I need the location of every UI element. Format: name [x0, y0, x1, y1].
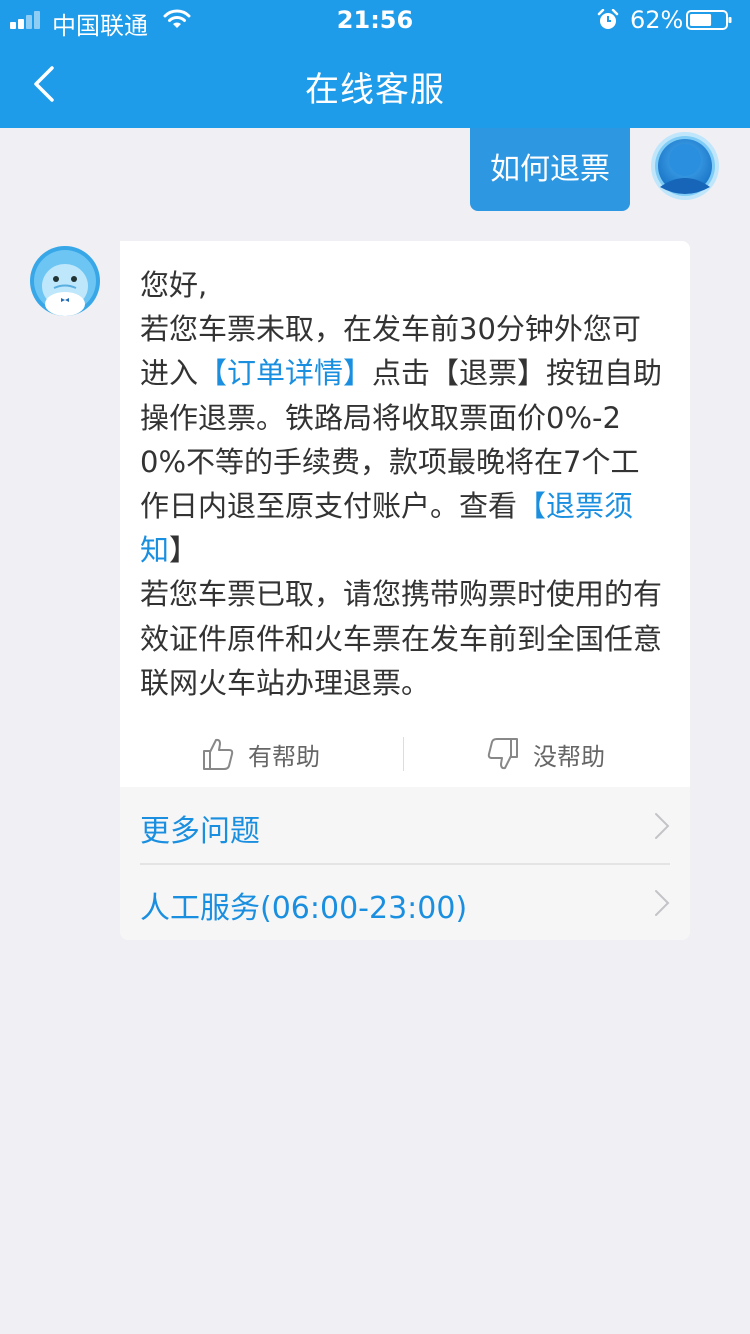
human-service-label: 人工服务(06:00-23:00) — [140, 891, 468, 926]
bot-text-span: 】 — [169, 533, 199, 568]
more-options-card: 更多问题 人工服务(06:00-23:00) — [120, 787, 690, 940]
page-title: 在线客服 — [305, 70, 445, 110]
user-avatar[interactable] — [650, 131, 720, 201]
chevron-right-icon — [655, 890, 670, 916]
helpful-label: 有帮助 — [248, 742, 320, 771]
chevron-right-icon — [655, 813, 670, 839]
bot-greeting: 您好, — [140, 268, 208, 302]
human-service-row[interactable]: 人工服务(06:00-23:00) — [140, 864, 670, 940]
battery-icon — [686, 10, 732, 30]
more-questions-label: 更多问题 — [140, 814, 260, 849]
bot-avatar — [30, 246, 100, 316]
bot-paragraph-claimed: 若您车票已取，请您携带购票时使用的有效证件原件和火车票在发车前到全国任意联网火车… — [140, 577, 663, 700]
nav-bar: 在线客服 — [0, 40, 750, 128]
unhelpful-label: 没帮助 — [533, 742, 605, 771]
feedback-bar: 有帮助 没帮助 — [120, 721, 690, 787]
order-details-link[interactable]: 【订单详情】 — [198, 356, 372, 390]
battery-percent: 62% — [630, 6, 684, 34]
status-bar: 中国联通 21:56 62% — [0, 0, 750, 40]
bot-message-text: 您好, 若您车票未取，在发车前30分钟外您可进入【订单详情】点击【退票】按钮自助… — [140, 263, 665, 705]
helpful-button[interactable]: 有帮助 — [202, 721, 320, 787]
more-questions-row[interactable]: 更多问题 — [140, 787, 670, 865]
header: 中国联通 21:56 62% 在线客服 — [0, 0, 750, 128]
unhelpful-button[interactable]: 没帮助 — [487, 721, 605, 787]
alarm-icon — [597, 9, 619, 29]
thumbs-down-icon — [487, 738, 518, 770]
feedback-divider — [403, 737, 404, 771]
user-message-bubble: 如何退票 — [470, 128, 630, 211]
thumbs-up-icon — [203, 738, 234, 770]
bot-paragraph-unclaimed: 若您车票未取，在发车前30分钟外您可进入【订单详情】点击【退票】按钮自助操作退票… — [140, 307, 665, 572]
bot-message-card: 您好, 若您车票未取，在发车前30分钟外您可进入【订单详情】点击【退票】按钮自助… — [120, 241, 690, 787]
